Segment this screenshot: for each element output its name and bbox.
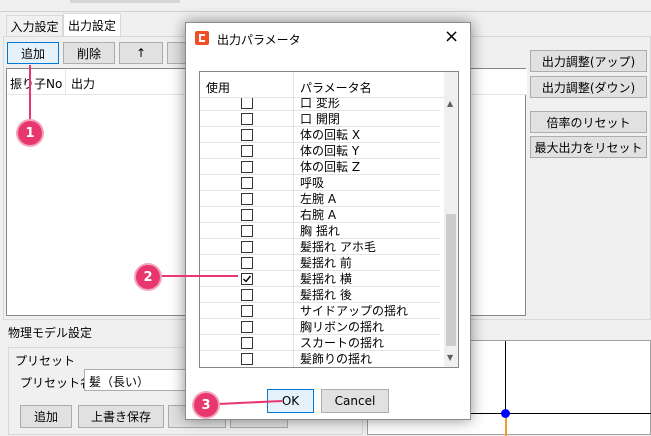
callout-1: 1 xyxy=(18,121,42,145)
callout-line-3 xyxy=(217,400,283,405)
callout-2: 2 xyxy=(136,265,160,289)
callout-3: 3 xyxy=(194,393,218,417)
callout-lines xyxy=(29,65,283,405)
